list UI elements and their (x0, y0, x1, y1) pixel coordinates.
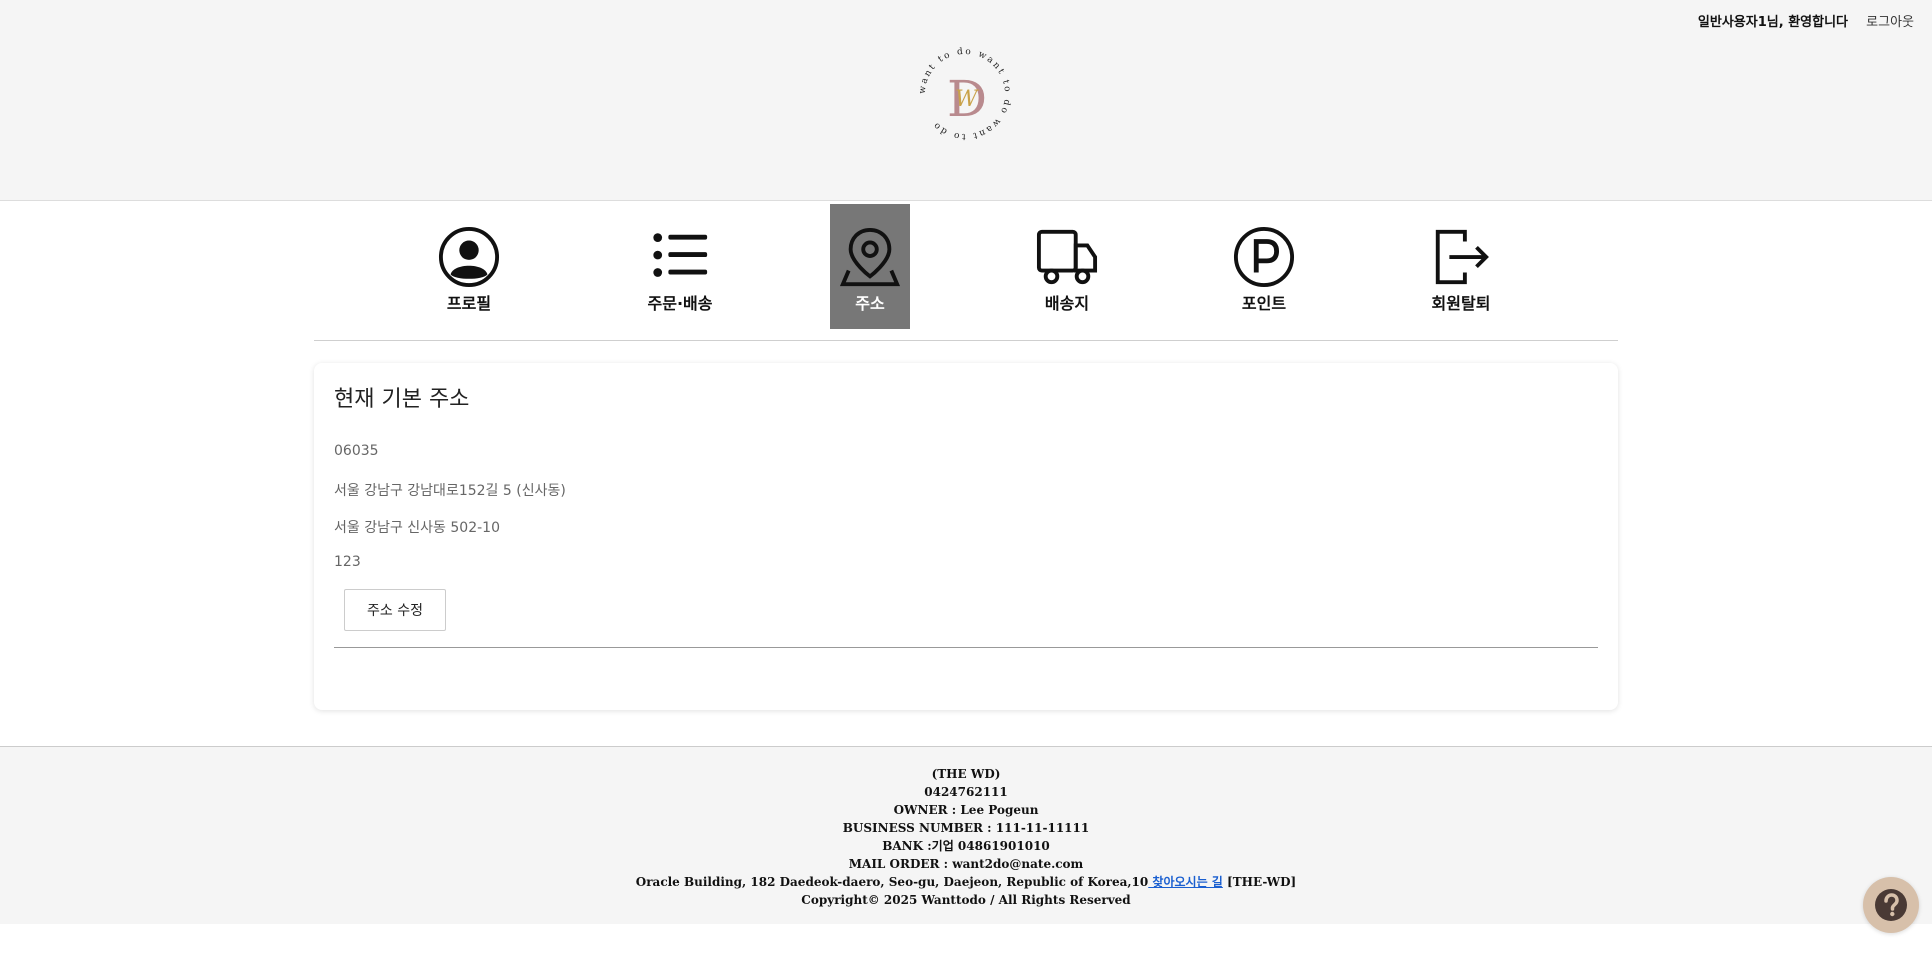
footer-address-suffix: [THE-WD] (1222, 875, 1297, 889)
footer-phone: 0424762111 (924, 785, 1008, 799)
mypage-nav: 프로필 주문·배송 주소 배송지 포인트 회원탈퇴 (314, 204, 1618, 341)
nav-label: 주소 (855, 294, 885, 313)
logo[interactable]: want to do want to do want to do D W (905, 46, 1025, 142)
nav-label: 주문·배송 (647, 294, 713, 313)
nav-item-withdraw[interactable]: 회원탈퇴 (1421, 204, 1501, 329)
nav-label: 배송지 (1044, 294, 1090, 313)
footer-owner: OWNER : Lee Pogeun (893, 803, 1039, 817)
nav-item-address[interactable]: 주소 (830, 204, 910, 329)
footer-copyright: Copyright© 2025 Wanttodo / All Rights Re… (801, 893, 1131, 907)
nav-item-points[interactable]: 포인트 (1224, 204, 1304, 329)
footer-business-number: BUSINESS NUMBER : 111-11-11111 (842, 821, 1090, 835)
footer-address-line: Oracle Building, 182 Daedeok-daero, Seo-… (0, 873, 1932, 891)
footer-mail: MAIL ORDER : want2do@nate.com (848, 857, 1084, 871)
address-title: 현재 기본 주소 (334, 387, 470, 412)
nav-label: 회원탈퇴 (1431, 294, 1491, 313)
nav-item-shipping[interactable]: 배송지 (1027, 204, 1107, 329)
directions-link[interactable]: 찾아오시는 길 (1148, 875, 1222, 889)
card-divider (334, 647, 1598, 648)
help-button[interactable] (1863, 877, 1919, 933)
jibun-address-text: 서울 강남구 신사동 502-10 (334, 520, 500, 536)
nav-item-orders[interactable]: 주문·배송 (630, 204, 730, 329)
nav-label: 포인트 (1241, 294, 1287, 313)
truck-icon (1036, 229, 1098, 285)
question-icon (1875, 889, 1907, 921)
welcome-text: 일반사용자1님, 환영합니다 (1697, 15, 1848, 30)
footer-company: (THE WD) (931, 767, 1001, 781)
nav-label: 프로필 (446, 294, 492, 313)
profile-icon (438, 226, 500, 288)
zipcode-text: 06035 (334, 443, 379, 459)
edit-address-button[interactable]: 주소 수정 (344, 589, 446, 631)
svg-text:W: W (955, 87, 980, 112)
point-icon (1233, 226, 1295, 288)
logout-link[interactable]: 로그아웃 (1866, 11, 1914, 30)
address-card: 현재 기본 주소 06035 서울 강남구 강남대로152길 5 (신사동) 서… (314, 363, 1618, 710)
header: 일반사용자1님, 환영합니다 로그아웃 want to do want to d… (0, 0, 1932, 201)
nav-item-profile[interactable]: 프로필 (429, 204, 509, 329)
footer-bank: BANK :기업 04861901010 (882, 839, 1050, 853)
exit-icon (1435, 229, 1489, 285)
footer: (THE WD) 0424762111 OWNER : Lee Pogeun B… (0, 746, 1932, 924)
road-address-text: 서울 강남구 강남대로152길 5 (신사동) (334, 483, 566, 499)
location-pin-icon (839, 227, 901, 287)
footer-address: Oracle Building, 182 Daedeok-daero, Seo-… (635, 875, 1149, 889)
detail-address-text: 123 (334, 554, 361, 570)
list-icon (653, 233, 708, 277)
